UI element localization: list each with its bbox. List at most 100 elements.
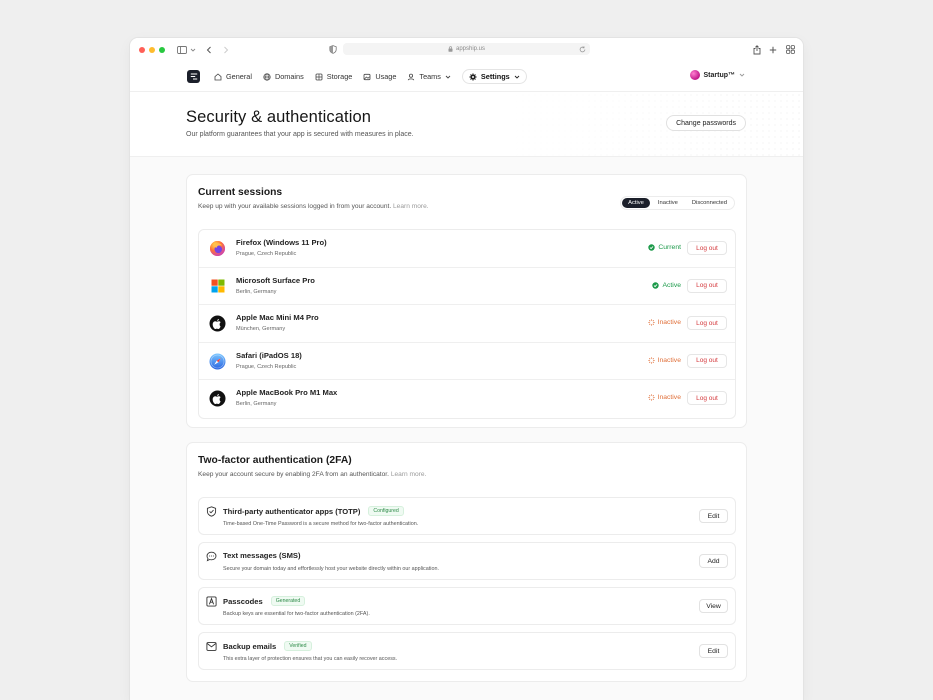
session-location: Berlin, Germany: [236, 401, 277, 407]
nav-item-label: Settings: [480, 72, 510, 81]
log-out-button[interactable]: Log out: [687, 353, 727, 368]
browser-window: appship.us General Domains Storage Usage…: [130, 38, 803, 700]
tab-overview-icon[interactable]: [785, 44, 796, 55]
page-header: Security & authentication Our platform g…: [130, 92, 803, 157]
method-name-text: Backup emails: [223, 641, 277, 651]
status-badge: Verified: [284, 641, 312, 651]
mail-icon: [206, 642, 217, 651]
session-row: Apple Mac Mini M4 Pro München, Germany I…: [199, 305, 735, 343]
edit-button[interactable]: Edit: [699, 509, 728, 523]
session-location: Prague, Czech Republic: [236, 251, 297, 257]
add-button[interactable]: Add: [699, 554, 728, 568]
privacy-shield-icon[interactable]: [327, 44, 338, 55]
edit-button[interactable]: Edit: [699, 644, 728, 658]
log-out-button[interactable]: Log out: [687, 278, 727, 293]
url-text: appship.us: [455, 46, 486, 52]
sidebar-toggle-icon[interactable]: [176, 44, 187, 55]
firefox-icon: [209, 240, 226, 257]
filter-active[interactable]: Active: [622, 198, 650, 208]
log-out-button[interactable]: Log out: [687, 241, 727, 255]
share-icon[interactable]: [751, 44, 762, 55]
status-badge: Inactive: [647, 394, 681, 401]
change-passwords-button[interactable]: Change passwords: [666, 115, 746, 131]
twofa-subtitle: Keep your account secure by enabling 2FA…: [198, 471, 426, 478]
learn-more-link[interactable]: Learn more.: [393, 203, 429, 210]
session-row: Apple MacBook Pro M1 Max Berlin, Germany…: [199, 380, 735, 418]
session-filter: Active Inactive Disconnected: [620, 196, 735, 210]
forward-icon[interactable]: [220, 44, 231, 55]
chevron-down-icon: [739, 73, 745, 77]
filter-disconnected[interactable]: Disconnected: [686, 198, 733, 208]
twofa-method-backup-emails: Backup emails Verified This extra layer o…: [198, 632, 736, 670]
sessions-subtitle: Keep up with your available sessions log…: [198, 203, 429, 210]
status-badge: Generated: [270, 596, 306, 606]
session-device: Apple MacBook Pro M1 Max: [236, 388, 338, 397]
minimize-window-button[interactable]: [149, 46, 155, 53]
session-device: Firefox (Windows 11 Pro): [236, 238, 327, 247]
nav-item-label: Storage: [326, 72, 353, 81]
method-name: Passcodes Generated: [223, 596, 306, 606]
status-badge: Inactive: [647, 356, 681, 364]
close-window-button[interactable]: [139, 46, 145, 53]
home-icon: [214, 72, 222, 80]
sessions-subtitle-text: Keep up with your available sessions log…: [198, 203, 392, 210]
page-subtitle: Our platform guarantees that your app is…: [186, 131, 414, 138]
view-button[interactable]: View: [699, 599, 728, 613]
gear-icon: [469, 73, 477, 80]
twofa-method-totp: Third-party authenticator apps (TOTP) Con…: [198, 497, 736, 535]
log-out-button[interactable]: Log out: [687, 316, 727, 330]
nav-item-label: Teams: [419, 72, 441, 81]
window-controls: [139, 46, 165, 53]
nav-item-teams[interactable]: Teams: [407, 69, 451, 84]
address-bar[interactable]: appship.us: [343, 43, 590, 55]
nav-item-label: Domains: [274, 72, 304, 81]
session-row: Firefox (Windows 11 Pro) Prague, Czech R…: [199, 230, 735, 268]
chevron-down-icon[interactable]: [187, 44, 198, 55]
sessions-card: Current sessions Keep up with your avail…: [186, 174, 747, 428]
method-name-text: Text messages (SMS): [223, 551, 301, 560]
learn-more-link[interactable]: Learn more.: [391, 471, 427, 478]
twofa-method-passcodes: Passcodes Generated Backup keys are essen…: [198, 587, 736, 625]
session-row: Microsoft Surface Pro Berlin, Germany Ac…: [199, 268, 735, 305]
twofa-title: Two-factor authentication (2FA): [198, 455, 352, 466]
status-text: Active: [662, 281, 681, 289]
back-icon[interactable]: [203, 44, 214, 55]
method-description: Secure your domain today and effortlessl…: [223, 566, 439, 572]
account-switcher[interactable]: Startup™: [689, 70, 746, 80]
method-name-text: Third-party authenticator apps (TOTP): [223, 506, 361, 516]
nav-item-usage[interactable]: Usage: [363, 69, 396, 84]
session-row: Safari (iPadOS 18) Prague, Czech Republi…: [199, 343, 735, 380]
nav-item-label: General: [226, 72, 252, 81]
nav-item-storage[interactable]: Storage: [315, 69, 353, 84]
account-name: Startup™: [703, 71, 736, 79]
nav-item-settings[interactable]: Settings: [461, 69, 527, 84]
globe-icon: [263, 72, 271, 81]
new-tab-icon[interactable]: [767, 44, 778, 55]
message-icon: [206, 551, 217, 562]
check-circle-icon: [648, 244, 656, 251]
passcode-icon: [206, 596, 217, 607]
microsoft-icon: [209, 278, 226, 295]
method-description: Time-based One-Time Password is a secure…: [223, 521, 419, 527]
session-location: Berlin, Germany: [236, 288, 277, 295]
filter-inactive[interactable]: Inactive: [652, 198, 684, 208]
status-text: Inactive: [657, 394, 681, 401]
app-logo[interactable]: [187, 70, 200, 83]
reload-icon[interactable]: [577, 44, 588, 55]
nav-menu: General Domains Storage Usage Teams Sett…: [214, 69, 527, 84]
lock-icon: [448, 46, 453, 52]
method-name: Backup emails Verified: [223, 641, 312, 651]
loader-icon: [647, 356, 655, 364]
nav-item-domains[interactable]: Domains: [263, 69, 304, 84]
app-navbar: General Domains Storage Usage Teams Sett…: [130, 61, 803, 92]
log-out-button[interactable]: Log out: [687, 391, 727, 405]
safari-icon: [209, 353, 226, 370]
method-name-text: Passcodes: [223, 596, 263, 606]
nav-item-general[interactable]: General: [214, 69, 252, 84]
maximize-window-button[interactable]: [159, 46, 165, 53]
status-badge: Active: [652, 282, 681, 289]
nav-item-label: Usage: [375, 72, 397, 81]
status-badge: Current: [648, 244, 681, 251]
database-icon: [315, 73, 323, 80]
shield-check-icon: [206, 506, 217, 517]
